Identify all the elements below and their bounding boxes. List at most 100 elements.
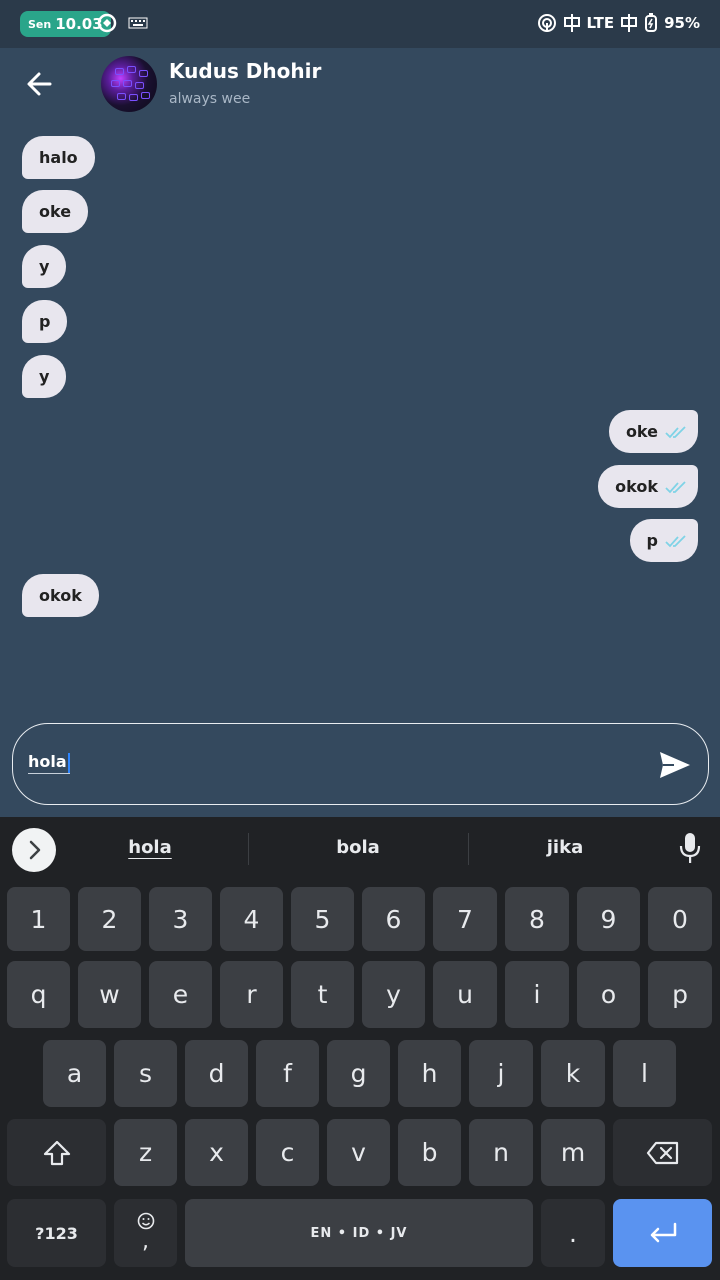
key-f[interactable]: f <box>256 1040 319 1107</box>
read-ticks-icon <box>665 425 686 438</box>
key-6[interactable]: 6 <box>362 887 425 951</box>
message-bubble-outgoing[interactable]: okok <box>598 465 698 508</box>
status-bar: Sen 10.03 LTE 95% <box>0 0 720 48</box>
message-text: halo <box>39 148 78 167</box>
emoji-comma-key[interactable]: , <box>114 1199 177 1267</box>
key-n[interactable]: n <box>469 1119 533 1186</box>
enter-icon <box>650 1222 676 1243</box>
message-bubble-outgoing[interactable]: oke <box>608 410 698 453</box>
avatar[interactable] <box>101 56 157 112</box>
message-bubble-incoming[interactable]: halo <box>22 136 95 179</box>
contact-status: always wee <box>169 91 251 107</box>
suggestion-1[interactable]: hola <box>100 837 200 858</box>
key-r[interactable]: r <box>220 961 283 1028</box>
key-g[interactable]: g <box>327 1040 390 1107</box>
key-8[interactable]: 8 <box>505 887 569 951</box>
key-m[interactable]: m <box>541 1119 605 1186</box>
key-s[interactable]: s <box>114 1040 177 1107</box>
key-3[interactable]: 3 <box>149 887 212 951</box>
key-v[interactable]: v <box>327 1119 390 1186</box>
key-u[interactable]: u <box>433 961 497 1028</box>
key-h[interactable]: h <box>398 1040 461 1107</box>
read-ticks-icon <box>665 480 686 493</box>
back-arrow-icon[interactable] <box>22 66 58 102</box>
text-caret <box>67 752 70 773</box>
microphone-icon[interactable] <box>677 831 703 865</box>
message-text: y <box>39 257 50 276</box>
message-text: y <box>39 367 50 386</box>
key-5[interactable]: 5 <box>291 887 354 951</box>
chevron-right-icon <box>29 840 41 860</box>
key-a[interactable]: a <box>43 1040 106 1107</box>
key-e[interactable]: e <box>149 961 212 1028</box>
battery-level: 95% <box>664 14 700 32</box>
key-x[interactable]: x <box>185 1119 248 1186</box>
contact-name[interactable]: Kudus Dhohir <box>169 59 321 83</box>
message-text: oke <box>39 202 72 221</box>
message-text: okok <box>39 586 82 605</box>
chat-header: Kudus Dhohir always wee <box>0 48 720 120</box>
message-text: p <box>39 312 51 331</box>
shift-key[interactable] <box>7 1119 106 1186</box>
suggestion-divider <box>248 833 249 865</box>
expand-toolbar-button[interactable] <box>12 828 56 872</box>
backspace-icon <box>646 1141 678 1164</box>
message-bubble-outgoing[interactable]: p <box>629 519 698 562</box>
key-o[interactable]: o <box>577 961 640 1028</box>
key-k[interactable]: k <box>541 1040 605 1107</box>
key-d[interactable]: d <box>185 1040 248 1107</box>
key-w[interactable]: w <box>78 961 141 1028</box>
key-i[interactable]: i <box>505 961 569 1028</box>
emoji-icon <box>137 1212 154 1230</box>
message-bubble-incoming[interactable]: oke <box>22 190 89 233</box>
message-text: p <box>646 531 658 550</box>
network-type: LTE <box>586 14 615 32</box>
battery-icon <box>645 13 658 32</box>
backspace-key[interactable] <box>613 1119 712 1186</box>
key-2[interactable]: 2 <box>78 887 141 951</box>
key-1[interactable]: 1 <box>7 887 70 951</box>
symbols-key[interactable]: ?123 <box>7 1199 106 1267</box>
key-y[interactable]: y <box>362 961 425 1028</box>
message-text: oke <box>625 422 658 441</box>
message-text: okok <box>615 477 658 496</box>
status-day: Sen <box>28 17 52 31</box>
comma-label: , <box>142 1229 149 1254</box>
key-j[interactable]: j <box>469 1040 533 1107</box>
message-bubble-incoming[interactable]: p <box>22 300 68 343</box>
period-key[interactable]: . <box>541 1199 605 1267</box>
key-z[interactable]: z <box>114 1119 177 1186</box>
key-c[interactable]: c <box>256 1119 319 1186</box>
key-0[interactable]: 0 <box>648 887 712 951</box>
suggestion-divider <box>468 833 469 865</box>
keyboard-icon <box>128 17 148 29</box>
message-bubble-incoming[interactable]: okok <box>22 574 99 617</box>
space-key[interactable]: EN • ID • JV <box>185 1199 533 1267</box>
message-bubble-incoming[interactable]: y <box>22 355 67 398</box>
key-q[interactable]: q <box>7 961 70 1028</box>
hotspot-icon <box>537 14 556 32</box>
suggestion-2[interactable]: bola <box>308 837 408 858</box>
key-b[interactable]: b <box>398 1119 461 1186</box>
message-composer[interactable]: hola <box>12 723 709 805</box>
enter-key[interactable] <box>613 1199 712 1267</box>
send-icon[interactable] <box>658 748 692 782</box>
space-language-label: EN • ID • JV <box>310 1225 408 1241</box>
soft-keyboard: hola bola jika 1 2 3 4 5 6 7 8 9 0 q w e… <box>0 817 720 1280</box>
key-t[interactable]: t <box>291 961 354 1028</box>
sync-icon <box>97 13 117 33</box>
key-9[interactable]: 9 <box>577 887 640 951</box>
signal-icon-1 <box>563 14 580 32</box>
key-l[interactable]: l <box>613 1040 676 1107</box>
suggestion-strip: hola bola jika <box>0 817 720 881</box>
key-p[interactable]: p <box>648 961 712 1028</box>
key-7[interactable]: 7 <box>433 887 497 951</box>
status-time: 10.03 <box>55 15 103 33</box>
message-input[interactable]: hola <box>28 752 70 774</box>
suggestion-3[interactable]: jika <box>515 837 615 858</box>
signal-icon-2 <box>621 14 638 32</box>
key-4[interactable]: 4 <box>220 887 283 951</box>
message-bubble-incoming[interactable]: y <box>22 245 67 288</box>
shift-icon <box>43 1140 70 1165</box>
message-input-value: hola <box>28 752 67 771</box>
